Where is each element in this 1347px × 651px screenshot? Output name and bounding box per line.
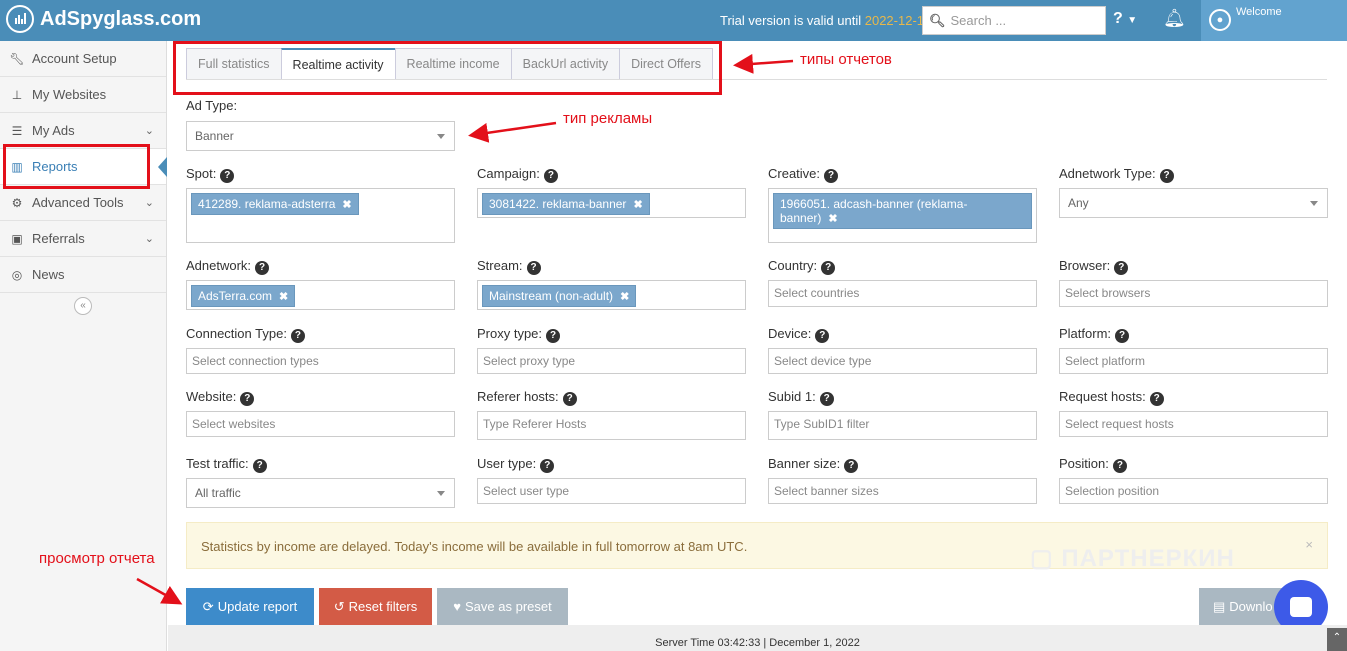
annotation-arrows — [136, 53, 794, 605]
arrow-to-tabs — [733, 53, 794, 74]
arrow-to-ad-type — [468, 121, 557, 143]
arrow-to-update — [136, 577, 183, 605]
